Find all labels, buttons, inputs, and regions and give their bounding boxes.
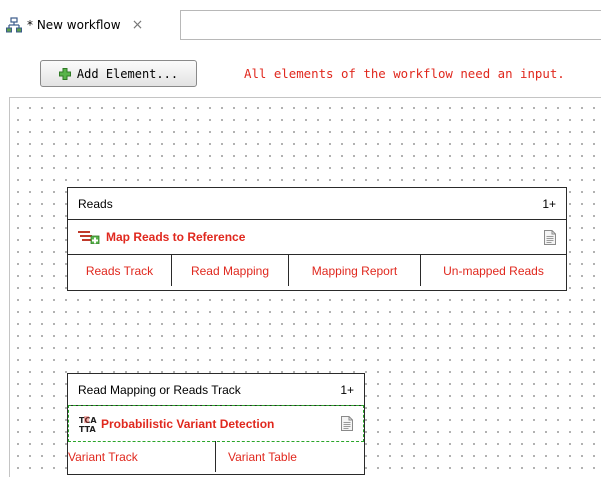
output-ports: Variant Track Variant Table — [68, 441, 364, 472]
close-icon[interactable]: × — [132, 17, 144, 33]
tab-divider — [180, 10, 181, 40]
add-element-label: Add Element... — [76, 66, 179, 81]
tab-strip-top-border — [180, 10, 601, 11]
workflow-icon — [6, 17, 22, 33]
variant-detection-icon: TCA TTA — [79, 415, 97, 433]
add-element-button[interactable]: Add Element... — [40, 60, 197, 87]
element-title-row[interactable]: Map Reads to Reference — [68, 220, 566, 255]
input-count: 1+ — [542, 196, 556, 211]
workflow-element-map-reads[interactable]: Reads 1+ Map Reads to Reference Reads Tr… — [67, 187, 567, 291]
element-title: Map Reads to Reference — [106, 230, 246, 244]
input-label: Read Mapping or Reads Track — [78, 382, 241, 397]
document-icon[interactable] — [544, 229, 556, 245]
output-ports: Reads Track Read Mapping Mapping Report … — [68, 255, 566, 286]
validation-warning: All elements of the workflow need an inp… — [244, 66, 565, 81]
map-reads-icon — [78, 231, 100, 244]
output-port[interactable]: Variant Track — [68, 441, 216, 472]
output-port[interactable]: Mapping Report — [289, 255, 421, 286]
output-port[interactable]: Un-mapped Reads — [421, 255, 566, 286]
document-icon[interactable] — [341, 416, 353, 431]
element-title: Probabilistic Variant Detection — [101, 416, 275, 431]
input-label: Reads — [78, 196, 113, 211]
input-port[interactable]: Read Mapping or Reads Track 1+ — [68, 374, 364, 406]
output-port[interactable]: Variant Table — [216, 441, 364, 472]
plus-icon — [58, 67, 71, 80]
output-port[interactable]: Reads Track — [68, 255, 172, 286]
tab-bar: * New workflow × — [0, 0, 601, 40]
element-title-row[interactable]: TCA TTA Probabilistic Variant Detection — [68, 405, 364, 442]
tab-title: * New workflow — [27, 18, 121, 32]
input-port[interactable]: Reads 1+ — [68, 188, 566, 220]
tab-strip-bottom-border — [180, 39, 601, 40]
svg-text:TTA: TTA — [79, 425, 96, 433]
output-port[interactable]: Read Mapping — [172, 255, 289, 286]
workflow-element-variant-detection[interactable]: Read Mapping or Reads Track 1+ TCA TTA P… — [67, 373, 365, 475]
tab-new-workflow[interactable]: * New workflow × — [6, 10, 143, 40]
input-count: 1+ — [340, 382, 354, 397]
